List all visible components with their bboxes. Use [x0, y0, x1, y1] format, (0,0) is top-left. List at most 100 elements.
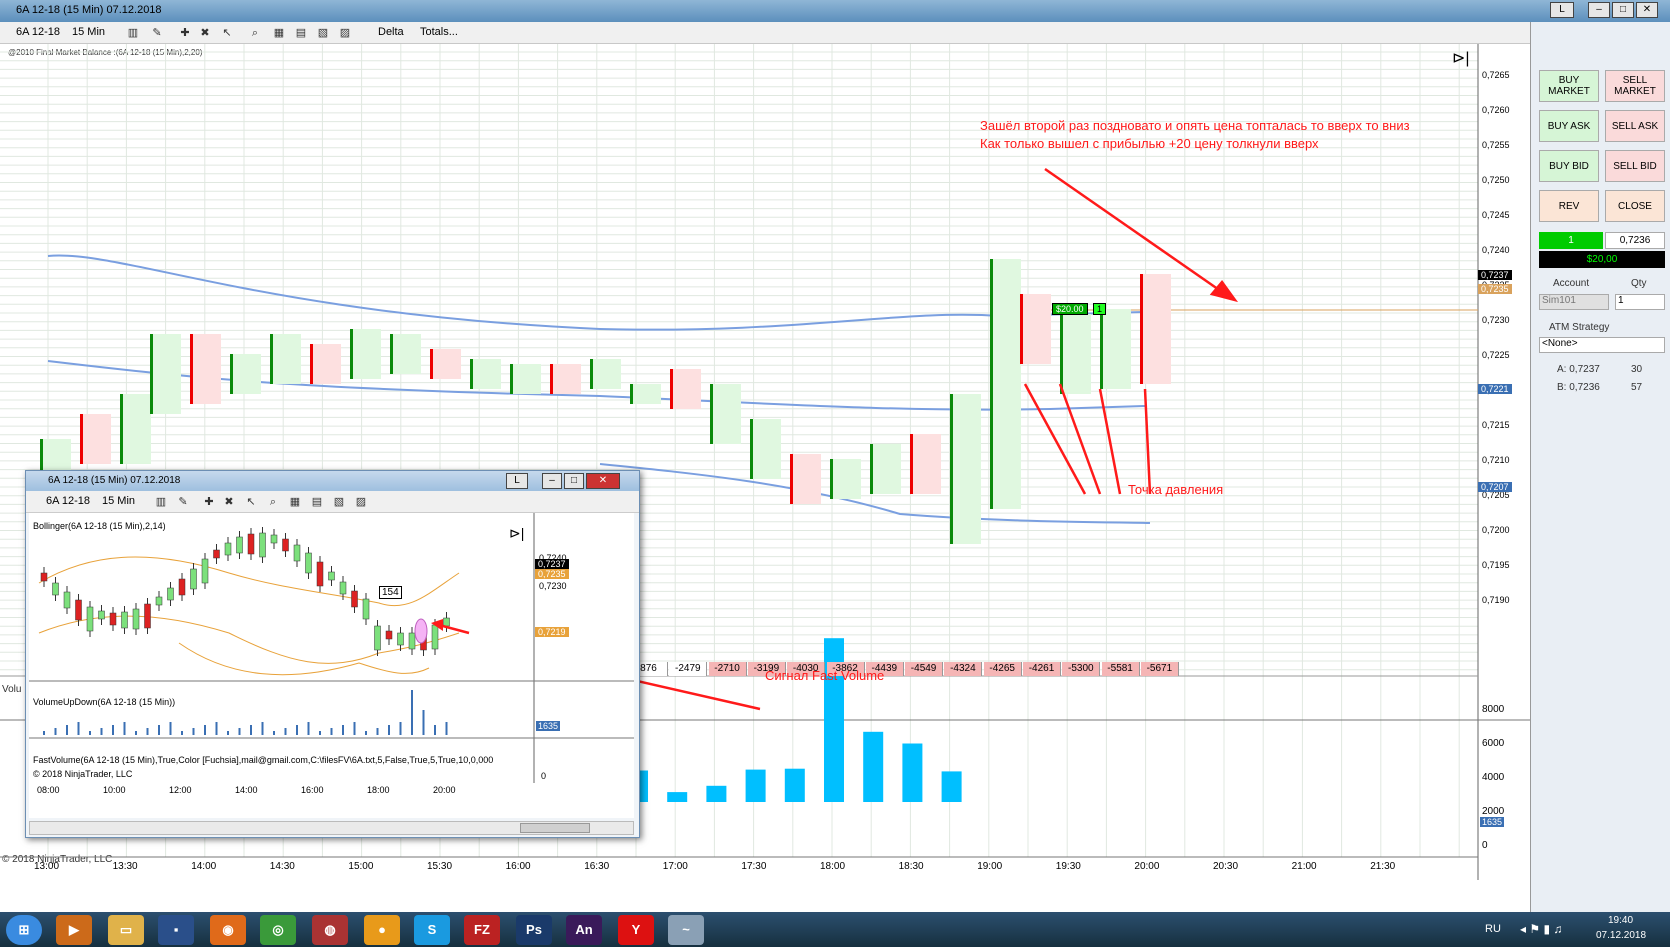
- popup-candle: [339, 581, 347, 595]
- indicators-icon[interactable]: ▧: [316, 26, 330, 40]
- candle-body: [350, 329, 353, 379]
- popup-data-icon[interactable]: ▤: [310, 495, 324, 509]
- media-player-icon[interactable]: ▶: [56, 915, 92, 945]
- popup-price-markers: 0,7237 0,7235 0,7219: [535, 513, 587, 673]
- close-position-button[interactable]: CLOSE: [1605, 190, 1665, 222]
- buy-ask-button[interactable]: BUY ASK: [1539, 110, 1599, 142]
- popup-help-button[interactable]: L: [506, 473, 528, 489]
- popup-candle: [63, 591, 71, 609]
- popup-zoom-icon[interactable]: ⌕: [266, 495, 280, 509]
- browser-icon[interactable]: ●: [364, 915, 400, 945]
- chart-toolbar: 6A 12-18 15 Min ▥ ✎ ✚ ✖ ↖ ⌕ ▦ ▤ ▧ ▨ Delt…: [0, 22, 1530, 44]
- candle-body: [790, 454, 793, 504]
- tray-icons[interactable]: ◂ ⚑ ▮ ♫: [1520, 922, 1562, 936]
- position-badge[interactable]: $20.00: [1052, 303, 1088, 315]
- yandex-icon[interactable]: Y: [618, 915, 654, 945]
- instrument-selector[interactable]: 6A 12-18: [16, 26, 60, 38]
- save-disk-icon[interactable]: ▪: [158, 915, 194, 945]
- atm-strategy-select[interactable]: <None>: [1539, 337, 1665, 353]
- popup-volume-bar: [204, 725, 206, 735]
- close-window-button[interactable]: ✕: [1636, 2, 1658, 18]
- remove-icon[interactable]: ✖: [198, 26, 212, 40]
- add-icon[interactable]: ✚: [178, 26, 192, 40]
- popup-instrument[interactable]: 6A 12-18: [46, 495, 90, 507]
- popup-candle: [236, 536, 243, 554]
- sell-bid-button[interactable]: SELL BID: [1605, 150, 1665, 182]
- account-select[interactable]: Sim101: [1539, 294, 1609, 310]
- popup-time-tick: 16:00: [301, 785, 324, 795]
- popup-chart[interactable]: Bollinger(6A 12-18 (15 Min),2,14) Volume…: [29, 513, 634, 818]
- clock-time[interactable]: 19:40: [1608, 915, 1633, 926]
- animate-icon[interactable]: An: [566, 915, 602, 945]
- language-indicator[interactable]: RU: [1485, 923, 1501, 935]
- zoom-icon[interactable]: ⌕: [248, 26, 262, 40]
- popup-candle: [132, 608, 140, 630]
- candle-body: [230, 354, 233, 394]
- start-button[interactable]: ⊞: [6, 915, 42, 945]
- popup-candle: [408, 632, 416, 650]
- popup-maximize-button[interactable]: □: [564, 473, 584, 489]
- ask-price: A: 0,7237: [1557, 364, 1600, 375]
- footprint-cells: [313, 344, 341, 384]
- popup-scroll-end-icon[interactable]: ⊳|: [509, 525, 527, 543]
- popup-close-button[interactable]: ✕: [586, 473, 620, 489]
- popup-scrollbar[interactable]: [29, 821, 634, 835]
- reverse-button[interactable]: REV: [1539, 190, 1599, 222]
- strategies-icon[interactable]: ▨: [338, 26, 352, 40]
- footprint-cells: [633, 384, 661, 404]
- popup-properties-icon[interactable]: ▦: [288, 495, 302, 509]
- footprint-cells: [473, 359, 501, 389]
- sell-ask-button[interactable]: SELL ASK: [1605, 110, 1665, 142]
- popup-volume-bar: [388, 725, 390, 735]
- qty-stepper[interactable]: 1: [1615, 294, 1665, 310]
- totals-selector[interactable]: Totals...: [420, 26, 458, 38]
- popup-candle: [282, 538, 289, 552]
- pointer-icon[interactable]: ↖: [220, 26, 234, 40]
- help-button[interactable]: L: [1550, 2, 1574, 18]
- candle-body: [1060, 314, 1063, 394]
- clock-date[interactable]: 07.12.2018: [1596, 930, 1646, 941]
- popup-volume-bar: [169, 722, 172, 735]
- popup-pencil-icon[interactable]: ✎: [176, 495, 190, 509]
- candle-body: [630, 384, 633, 404]
- skype-icon[interactable]: S: [414, 915, 450, 945]
- popup-bars-icon[interactable]: ▥: [154, 495, 168, 509]
- maximize-button[interactable]: □: [1612, 2, 1634, 18]
- time-tick-label: 15:00: [348, 861, 374, 872]
- properties-icon[interactable]: ▦: [272, 26, 286, 40]
- photoshop-icon[interactable]: Ps: [516, 915, 552, 945]
- popup-volume-bar: [192, 728, 195, 735]
- pencil-icon[interactable]: ✎: [150, 26, 164, 40]
- price-marker: 0,7207: [1478, 482, 1512, 492]
- firefox-icon[interactable]: ◉: [210, 915, 246, 945]
- delta-selector[interactable]: Delta: [378, 26, 404, 38]
- popup-scroll-thumb[interactable]: [520, 823, 590, 833]
- popup-remove-icon[interactable]: ✖: [222, 495, 236, 509]
- delta-cell: -4265: [983, 662, 1022, 676]
- scroll-to-end-icon[interactable]: ⊳|: [1452, 50, 1470, 68]
- explorer-icon[interactable]: ▭: [108, 915, 144, 945]
- popup-indicators-icon[interactable]: ▧: [332, 495, 346, 509]
- filezilla-icon[interactable]: FZ: [464, 915, 500, 945]
- footprint-cells: [673, 369, 701, 409]
- bars-type-icon[interactable]: ▥: [126, 26, 140, 40]
- ninjatrader-icon[interactable]: ~: [668, 915, 704, 945]
- popup-pointer-icon[interactable]: ↖: [244, 495, 258, 509]
- interval-selector[interactable]: 15 Min: [72, 26, 105, 38]
- popup-strategies-icon[interactable]: ▨: [354, 495, 368, 509]
- buy-market-button[interactable]: BUY MARKET: [1539, 70, 1599, 102]
- popup-minimize-button[interactable]: –: [542, 473, 562, 489]
- popup-chart-window[interactable]: 6A 12-18 (15 Min) 07.12.2018 L – □ ✕ 6A …: [25, 470, 640, 838]
- position-qty[interactable]: 1: [1093, 303, 1107, 315]
- data-box-icon[interactable]: ▤: [294, 26, 308, 40]
- candle-body: [710, 384, 713, 444]
- popup-price-marker: 0,7237: [535, 559, 569, 569]
- popup-interval[interactable]: 15 Min: [102, 495, 135, 507]
- minimize-button[interactable]: –: [1588, 2, 1610, 18]
- sell-market-button[interactable]: SELL MARKET: [1605, 70, 1665, 102]
- candle-body: [910, 434, 913, 494]
- popup-add-icon[interactable]: ✚: [202, 495, 216, 509]
- buy-bid-button[interactable]: BUY BID: [1539, 150, 1599, 182]
- opera-icon[interactable]: ◍: [312, 915, 348, 945]
- chrome-icon[interactable]: ◎: [260, 915, 296, 945]
